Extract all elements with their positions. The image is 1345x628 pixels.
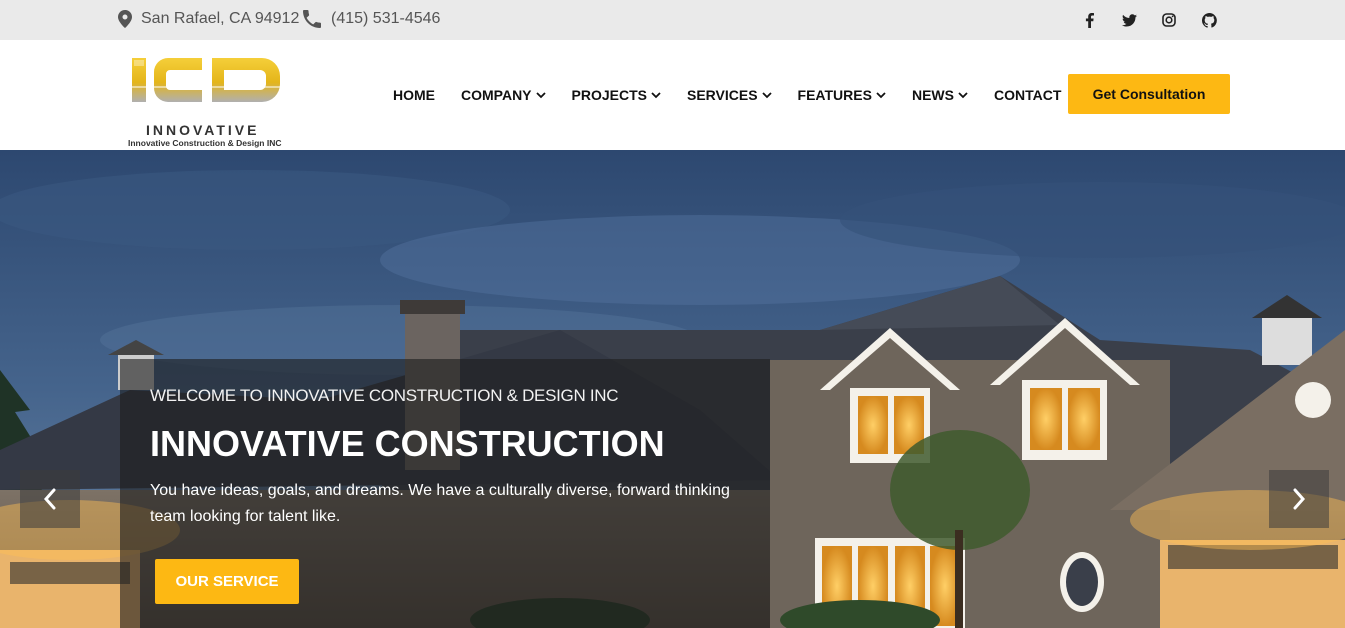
nav-projects[interactable]: PROJECTS: [572, 87, 661, 103]
nav-projects-label: PROJECTS: [571, 87, 647, 103]
slider-prev-button[interactable]: [20, 470, 80, 528]
site-logo[interactable]: INNOVATIVE Innovative Construction & Des…: [128, 56, 290, 148]
nav-contact[interactable]: CONTACT: [994, 87, 1061, 103]
chevron-down-icon: [535, 91, 546, 98]
facebook-icon[interactable]: [1069, 11, 1109, 29]
nav-features[interactable]: FEATURES: [798, 87, 886, 103]
nav-features-label: FEATURES: [797, 87, 872, 103]
chevron-down-icon: [876, 91, 886, 98]
nav-news[interactable]: NEWS: [912, 87, 968, 103]
phone-text[interactable]: (415) 531-4546: [331, 10, 440, 28]
hero-description: You have ideas, goals, and dreams. We ha…: [150, 482, 730, 525]
chevron-left-icon: [43, 488, 56, 510]
main-header: INNOVATIVE Innovative Construction & Des…: [0, 40, 1345, 150]
nav-services[interactable]: SERVICES: [687, 87, 772, 103]
top-bar: San Rafael, CA 94912 (415) 531-4546: [0, 0, 1345, 40]
nav-company-label: COMPANY: [461, 87, 532, 103]
nav-home[interactable]: HOME: [393, 87, 435, 103]
nav-home-label: HOME: [393, 87, 435, 103]
chevron-down-icon: [761, 91, 772, 98]
get-consultation-button[interactable]: Get Consultation: [1068, 74, 1230, 114]
hero-slider: WELCOME TO INNOVATIVE CONSTRUCTION & DES…: [0, 150, 1345, 628]
phone-icon: [303, 10, 321, 28]
hero-welcome-text: WELCOME TO INNOVATIVE CONSTRUCTION & DES…: [150, 386, 619, 405]
main-nav: HOME COMPANY PROJECTS SERVICES FEATURES …: [393, 87, 1087, 103]
nav-company[interactable]: COMPANY: [461, 87, 546, 103]
our-service-button[interactable]: OUR SERVICE: [155, 559, 299, 604]
map-pin-icon: [118, 10, 132, 28]
chevron-down-icon: [958, 91, 968, 98]
hero-headline: INNOVATIVE CONSTRUCTION: [150, 423, 665, 464]
chevron-down-icon: [651, 91, 661, 98]
slider-next-button[interactable]: [1269, 470, 1329, 528]
logo-letters-icon: [128, 58, 288, 102]
location-info: San Rafael, CA 94912: [118, 10, 299, 28]
github-icon[interactable]: [1189, 11, 1229, 29]
logo-tagline: Innovative Construction & Design INC: [128, 138, 282, 148]
logo-name: INNOVATIVE: [146, 122, 260, 138]
chevron-right-icon: [1293, 488, 1306, 510]
phone-info[interactable]: (415) 531-4546: [303, 10, 440, 28]
social-links: [1069, 11, 1229, 29]
nav-contact-label: CONTACT: [993, 87, 1062, 103]
nav-services-label: SERVICES: [687, 87, 758, 103]
location-text: San Rafael, CA 94912: [141, 10, 300, 27]
instagram-icon[interactable]: [1149, 11, 1189, 29]
nav-news-label: NEWS: [911, 87, 954, 103]
twitter-icon[interactable]: [1109, 11, 1149, 29]
